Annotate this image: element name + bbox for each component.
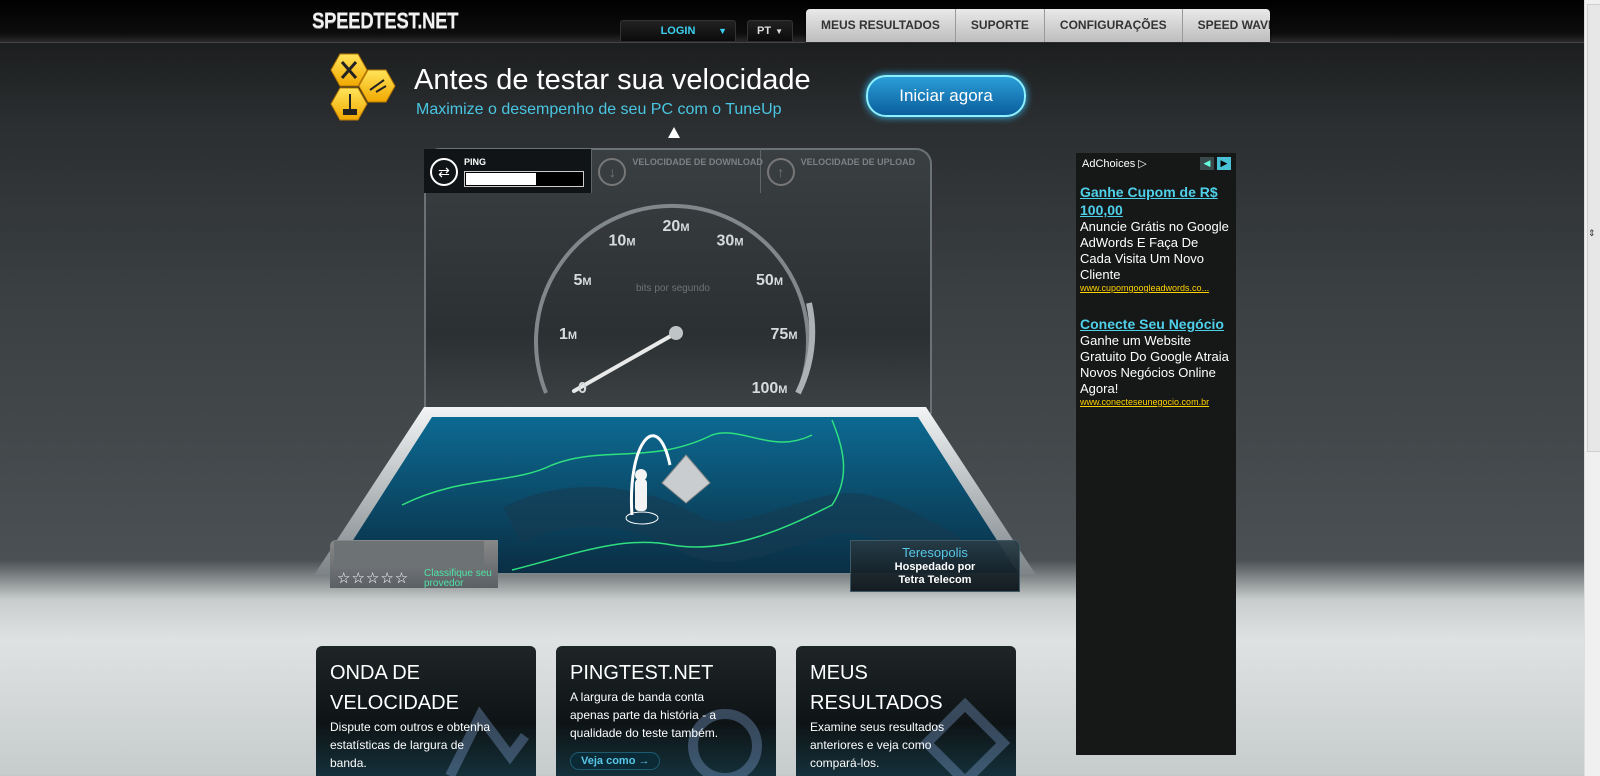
nav-speed-wave[interactable]: SPEED WAVE — [1183, 9, 1270, 42]
start-now-button[interactable]: Iniciar agora — [866, 75, 1026, 117]
gauge-tick-label: 1M — [559, 326, 577, 343]
ad-headline[interactable]: Ganhe Cupom de R$ 100,00 — [1080, 183, 1232, 219]
gauge-tick-label: 10M — [609, 233, 636, 250]
download-arrow-icon: ↓ — [598, 158, 627, 186]
ad-item: Conecte Seu Negócio Ganhe um Website Gra… — [1080, 315, 1232, 407]
host-name: Tetra Telecom — [898, 574, 972, 586]
upload-metric: ↑ VELOCIDADE DE UPLOAD — [761, 149, 928, 193]
nav-suporte[interactable]: SUPORTE — [956, 9, 1045, 42]
ping-label: PING — [464, 157, 487, 167]
language-dropdown[interactable]: PT ▼ — [747, 20, 793, 41]
provider-rating-stars[interactable]: ☆☆☆☆☆ — [337, 569, 409, 587]
upload-label: VELOCIDADE DE UPLOAD — [800, 157, 916, 167]
user-location-icon — [635, 479, 647, 511]
ad-headline[interactable]: Conecte Seu Negócio — [1080, 315, 1232, 333]
gauge-tick-label: 100M — [752, 380, 788, 397]
server-info-box: Teresopolis Hospedado por Tetra Telecom — [850, 540, 1020, 592]
card-text: A largura de banda conta apenas parte da… — [570, 690, 719, 740]
gauge-tick-label: 5M — [573, 272, 591, 289]
promo-title: Antes de testar sua velocidade — [414, 64, 811, 96]
upload-arrow-icon: ↑ — [766, 158, 795, 186]
nav-configuracoes[interactable]: CONFIGURAÇÕES — [1045, 9, 1183, 42]
card-pingtest[interactable]: PINGTEST.NET A largura de banda conta ap… — [556, 646, 776, 776]
rate-provider-label[interactable]: Classifique seu provedor — [424, 569, 504, 589]
card-text: Dispute com outros e obtenha estatística… — [330, 720, 491, 770]
ping-progress-fill — [466, 173, 536, 185]
vertical-scrollbar[interactable]: ⇕ — [1584, 0, 1600, 776]
chevron-down-icon: ▼ — [718, 26, 727, 36]
gauge-needle — [572, 331, 678, 393]
adchoices-text: AdChoices — [1082, 158, 1136, 170]
ping-progress-bar — [464, 171, 584, 187]
card-title: ONDA DE VELOCIDADE — [330, 662, 459, 714]
gauge-tick-label: 50M — [756, 272, 783, 289]
gauge-unit-label: bits por segundo — [636, 283, 710, 294]
gauge-tick-label: 30M — [717, 233, 744, 250]
hosted-by-label: Hospedado por — [894, 561, 976, 573]
ping-metric: ⇄ PING — [424, 149, 593, 193]
speedtest-logo[interactable]: SPEEDTEST.NET — [312, 8, 459, 34]
ad-text: Ganhe um Website Gratuito Do Google Atra… — [1080, 333, 1229, 396]
ad-prev-button[interactable]: ◀ — [1200, 157, 1214, 170]
tuneup-hexagon-icon[interactable] — [320, 52, 400, 140]
login-label: LOGIN — [660, 25, 696, 37]
main-nav: MEUS RESULTADOS SUPORTE CONFIGURAÇÕES SP… — [806, 9, 1270, 42]
provider-name-placeholder — [334, 541, 484, 569]
gauge-tick-label: 75M — [771, 326, 798, 343]
card-title: MEUS RESULTADOS — [810, 662, 943, 714]
ad-sidebar: AdChoices ▷ ◀ ▶ Ganhe Cupom de R$ 100,00… — [1076, 153, 1236, 755]
download-metric: ↓ VELOCIDADE DE DOWNLOAD — [592, 149, 763, 193]
ad-url[interactable]: www.cupomgoogleadwords.co... — [1080, 283, 1232, 293]
language-label: PT — [757, 25, 772, 37]
gauge-tick-label: 20M — [663, 218, 690, 235]
card-meus-resultados[interactable]: MEUS RESULTADOS Examine seus resultados … — [796, 646, 1016, 776]
adchoices-label[interactable]: AdChoices ▷ — [1082, 157, 1147, 170]
chevron-down-icon: ▼ — [775, 27, 783, 36]
server-host: Hospedado por Tetra Telecom — [851, 561, 1019, 587]
card-text: Examine seus resultados anteriores e vej… — [810, 720, 945, 770]
play-icon: ▷ — [1138, 158, 1147, 170]
login-dropdown[interactable]: LOGIN ▼ — [620, 20, 736, 41]
nav-meus-resultados[interactable]: MEUS RESULTADOS — [806, 9, 956, 42]
download-label: VELOCIDADE DE DOWNLOAD — [632, 157, 763, 167]
promo-subtitle[interactable]: Maximize o desempenho de seu PC com o Tu… — [416, 101, 782, 119]
gauge-hub — [669, 326, 683, 340]
server-city[interactable]: Teresopolis — [851, 545, 1019, 560]
gauge-tick-label: 0 — [578, 380, 587, 397]
speed-gauge: 0 1M 5M 10M 20M 30M 50M 75M 100M — [534, 203, 816, 397]
exchange-arrows-icon: ⇄ — [430, 158, 458, 186]
metrics-row: ⇄ PING ↓ VELOCIDADE DE DOWNLOAD ↑ VELOCI… — [424, 149, 928, 193]
ad-text: Anuncie Grátis no Google AdWords E Faça … — [1080, 219, 1229, 282]
see-how-button[interactable]: Veja como → — [570, 752, 661, 770]
scroll-grip-icon: ⇕ — [1588, 228, 1596, 238]
card-title: PINGTEST.NET — [570, 662, 714, 684]
card-onda-de-velocidade[interactable]: ONDA DE VELOCIDADE Dispute com outros e … — [316, 646, 536, 776]
ad-url[interactable]: www.conecteseunegocio.com.br — [1080, 397, 1232, 407]
pointer-triangle-icon — [668, 127, 680, 138]
ad-item: Ganhe Cupom de R$ 100,00 Anuncie Grátis … — [1080, 183, 1232, 293]
ad-next-button[interactable]: ▶ — [1217, 157, 1231, 170]
